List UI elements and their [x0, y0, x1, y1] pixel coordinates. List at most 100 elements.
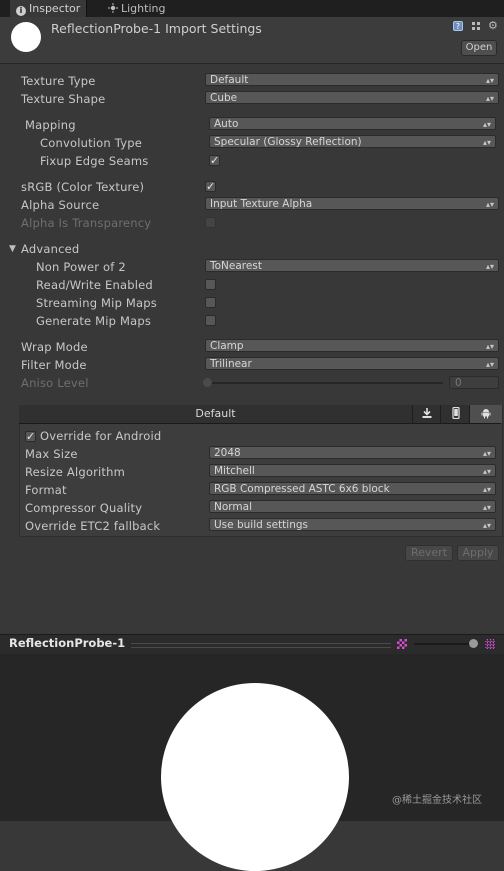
wrap-mode-dropdown[interactable]: Clamp ▴▾	[205, 339, 499, 352]
apply-button[interactable]: Apply	[457, 545, 499, 561]
override-android-label: Override for Android	[40, 429, 162, 443]
advanced-foldout-label[interactable]: Advanced	[21, 242, 79, 256]
dropdown-arrow-icon: ▴▾	[485, 342, 494, 351]
texture-type-dropdown[interactable]: Default ▴▾	[205, 73, 499, 86]
format-value: RGB Compressed ASTC 6x6 block	[214, 483, 390, 495]
compressor-quality-dropdown[interactable]: Normal ▴▾	[209, 500, 496, 513]
platform-tab-android[interactable]	[469, 405, 502, 423]
tab-lighting-label: Lighting	[121, 2, 166, 15]
alpha-source-value: Input Texture Alpha	[210, 198, 313, 210]
aniso-level-slider-track	[207, 382, 443, 384]
max-size-label: Max Size	[25, 447, 78, 461]
mip-slider-track[interactable]	[414, 643, 476, 645]
texture-shape-value: Cube	[210, 92, 238, 104]
revert-button[interactable]: Revert	[405, 545, 453, 561]
aniso-level-slider-knob	[203, 378, 212, 387]
foldout-arrow-icon[interactable]: ▼	[9, 244, 16, 254]
filter-mode-label: Filter Mode	[21, 358, 87, 372]
dropdown-arrow-icon: ▴▾	[482, 120, 491, 129]
open-button[interactable]: Open	[461, 40, 497, 56]
dropdown-arrow-icon: ▴▾	[485, 360, 494, 369]
wrap-mode-label: Wrap Mode	[21, 340, 88, 354]
resize-algorithm-label: Resize Algorithm	[25, 465, 126, 479]
preview-title: ReflectionProbe-1	[9, 636, 126, 650]
mip-slider-knob[interactable]	[469, 639, 478, 648]
texture-type-label: Texture Type	[21, 74, 96, 88]
alpha-source-label: Alpha Source	[21, 198, 100, 212]
convolution-type-dropdown[interactable]: Specular (Glossy Reflection) ▴▾	[209, 135, 496, 148]
srgb-checkbox[interactable]: ✓	[205, 181, 216, 192]
tab-inspector[interactable]: i Inspector	[10, 0, 88, 17]
texture-thumbnail	[11, 22, 41, 52]
dropdown-arrow-icon: ▴▾	[482, 449, 491, 458]
platform-tab-default-label: Default	[195, 407, 236, 420]
dropdown-arrow-icon: ▴▾	[485, 262, 494, 271]
filter-mode-value: Trilinear	[210, 358, 252, 370]
mip-large-icon	[485, 639, 495, 649]
mip-small-icon	[397, 639, 407, 649]
dropdown-arrow-icon: ▴▾	[485, 76, 494, 85]
texture-type-value: Default	[210, 74, 249, 86]
dropdown-arrow-icon: ▴▾	[482, 485, 491, 494]
format-label: Format	[25, 483, 67, 497]
preset-icon[interactable]	[471, 21, 481, 31]
non-power-of-2-label: Non Power of 2	[36, 260, 126, 274]
read-write-label: Read/Write Enabled	[36, 278, 153, 292]
header-title: ReflectionProbe-1 Import Settings	[51, 21, 262, 36]
etc2-fallback-dropdown[interactable]: Use build settings ▴▾	[209, 518, 496, 531]
compressor-quality-value: Normal	[214, 501, 252, 513]
fixup-edge-seams-checkbox[interactable]: ✓	[209, 155, 220, 166]
format-dropdown[interactable]: RGB Compressed ASTC 6x6 block ▴▾	[209, 482, 496, 495]
download-icon	[422, 408, 432, 418]
convolution-type-value: Specular (Glossy Reflection)	[214, 136, 362, 148]
tab-inspector-label: Inspector	[29, 2, 81, 15]
dropdown-arrow-icon: ▴▾	[482, 521, 491, 530]
filter-mode-dropdown[interactable]: Trilinear ▴▾	[205, 357, 499, 370]
read-write-checkbox[interactable]	[205, 279, 216, 290]
mapping-value: Auto	[214, 118, 239, 130]
wrap-mode-value: Clamp	[210, 340, 244, 352]
help-icon[interactable]: ?	[453, 21, 463, 31]
dropdown-arrow-icon: ▴▾	[485, 94, 494, 103]
resize-algorithm-dropdown[interactable]: Mitchell ▴▾	[209, 464, 496, 477]
streaming-mip-maps-checkbox[interactable]	[205, 297, 216, 308]
resize-algorithm-value: Mitchell	[214, 465, 255, 477]
non-power-of-2-dropdown[interactable]: ToNearest ▴▾	[205, 259, 499, 272]
preview-drag-handle[interactable]	[131, 643, 391, 648]
alpha-source-dropdown[interactable]: Input Texture Alpha ▴▾	[205, 197, 499, 210]
platform-tab-standalone[interactable]	[412, 405, 441, 423]
texture-shape-dropdown[interactable]: Cube ▴▾	[205, 91, 499, 104]
mapping-label: Mapping	[25, 118, 76, 132]
etc2-fallback-label: Override ETC2 fallback	[25, 519, 161, 533]
lighting-icon	[108, 1, 118, 13]
generate-mip-maps-label: Generate Mip Maps	[36, 314, 152, 328]
phone-icon	[451, 406, 460, 420]
override-android-checkbox[interactable]: ✓	[25, 431, 36, 442]
max-size-value: 2048	[214, 447, 241, 459]
texture-shape-label: Texture Shape	[21, 92, 106, 106]
compressor-quality-label: Compressor Quality	[25, 501, 143, 515]
fixup-edge-seams-label: Fixup Edge Seams	[40, 154, 149, 168]
streaming-mip-maps-label: Streaming Mip Maps	[36, 296, 157, 310]
max-size-dropdown[interactable]: 2048 ▴▾	[209, 446, 496, 459]
etc2-fallback-value: Use build settings	[214, 519, 308, 531]
info-icon: i	[16, 6, 26, 16]
svg-text:?: ?	[456, 22, 460, 31]
generate-mip-maps-checkbox[interactable]	[205, 315, 216, 326]
checkmark-icon: ✓	[206, 180, 216, 193]
gear-icon[interactable]: ⚙	[488, 20, 498, 31]
dropdown-arrow-icon: ▴▾	[482, 503, 491, 512]
tab-lighting[interactable]: Lighting	[102, 0, 171, 17]
aniso-level-label: Aniso Level	[21, 376, 89, 390]
aniso-level-field: 0	[449, 376, 499, 389]
mapping-dropdown[interactable]: Auto ▴▾	[209, 117, 496, 130]
non-power-of-2-value: ToNearest	[210, 260, 262, 272]
preview-sphere	[161, 683, 349, 871]
watermark: @稀土掘金技术社区	[392, 795, 482, 806]
platform-tab-default[interactable]: Default	[19, 405, 412, 423]
checkmark-icon: ✓	[210, 154, 220, 167]
android-icon	[481, 409, 491, 419]
platform-tab-ios[interactable]	[440, 405, 470, 423]
srgb-label: sRGB (Color Texture)	[21, 180, 145, 194]
aniso-level-value: 0	[455, 377, 462, 389]
